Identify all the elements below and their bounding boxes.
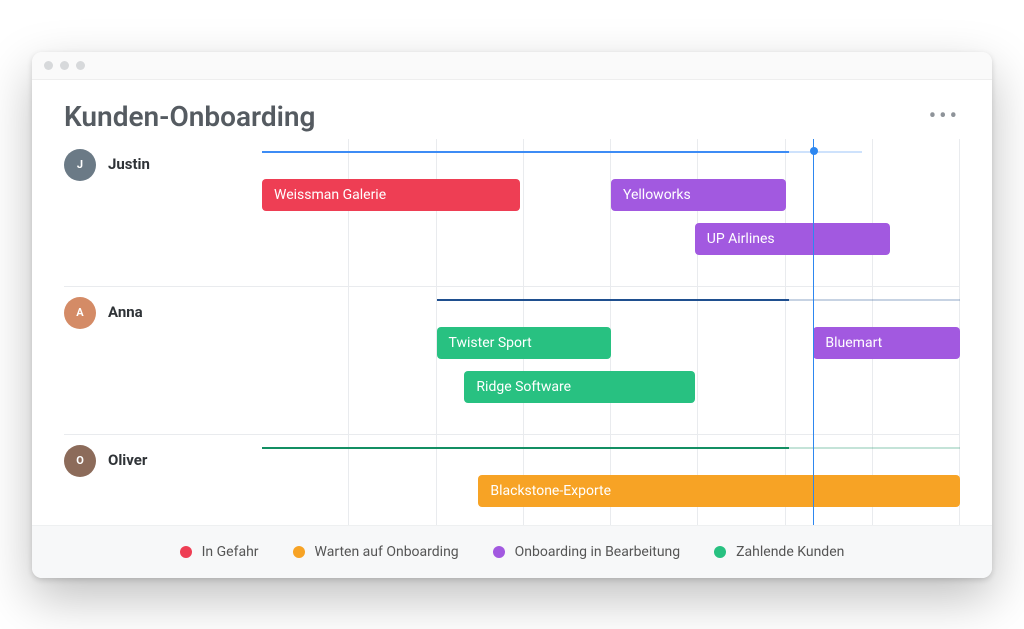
avatar: O <box>64 445 96 477</box>
legend-dot-icon <box>293 546 305 558</box>
swimlane: Twister Sport Bluemart Ridge Software <box>262 287 960 435</box>
person-row: J Justin <box>64 139 262 287</box>
person-axis <box>437 299 789 301</box>
legend-dot-icon <box>714 546 726 558</box>
people-sidebar: J Justin A Anna O Oliver <box>32 139 262 525</box>
page-title: Kunden-Onboarding <box>64 100 315 133</box>
legend-item: In Gefahr <box>180 544 259 560</box>
legend-label: Zahlende Kunden <box>736 544 844 560</box>
avatar: A <box>64 297 96 329</box>
legend-label: In Gefahr <box>202 544 259 560</box>
legend-dot-icon <box>493 546 505 558</box>
person-axis-future <box>789 299 960 301</box>
task-bar[interactable]: Ridge Software <box>464 371 694 403</box>
swimlane: Blackstone-Exporte <box>262 435 960 525</box>
legend-item: Zahlende Kunden <box>714 544 844 560</box>
task-bar[interactable]: Blackstone-Exporte <box>478 475 960 507</box>
legend-item: Warten auf Onboarding <box>293 544 459 560</box>
avatar: J <box>64 149 96 181</box>
page-header: Kunden-Onboarding ••• <box>32 80 992 139</box>
person-name: Anna <box>108 303 143 321</box>
task-bar[interactable]: UP Airlines <box>695 223 890 255</box>
window-dot-2 <box>60 61 69 70</box>
person-row: O Oliver <box>64 435 262 525</box>
person-axis-future <box>789 151 862 153</box>
window-titlebar <box>32 52 992 80</box>
legend-label: Warten auf Onboarding <box>315 544 459 560</box>
today-marker <box>813 139 814 525</box>
legend: In Gefahr Warten auf Onboarding Onboarding… <box>32 525 992 578</box>
window-dot-1 <box>44 61 53 70</box>
legend-dot-icon <box>180 546 192 558</box>
legend-label: Onboarding in Bearbeitung <box>515 544 681 560</box>
person-name: Oliver <box>108 451 147 469</box>
task-bar[interactable]: Bluemart <box>813 327 960 359</box>
person-axis <box>262 447 789 449</box>
person-name: Justin <box>108 155 150 173</box>
task-bar[interactable]: Twister Sport <box>437 327 612 359</box>
more-menu-button[interactable]: ••• <box>929 104 960 129</box>
task-bar[interactable]: Yelloworks <box>611 179 786 211</box>
app-window: Kunden-Onboarding ••• J Justin A Anna O Olive… <box>32 52 992 578</box>
window-dot-3 <box>76 61 85 70</box>
task-bar[interactable]: Weissman Galerie <box>262 179 520 211</box>
person-row: A Anna <box>64 287 262 435</box>
gantt-timeline: Weissman Galerie Yelloworks UP Airlines Twi… <box>262 139 992 525</box>
person-axis <box>262 151 789 153</box>
person-axis-future <box>789 447 960 449</box>
gantt-board: J Justin A Anna O Oliver Weissman Galerie Yell… <box>32 139 992 525</box>
swimlane: Weissman Galerie Yelloworks UP Airlines <box>262 139 960 287</box>
legend-item: Onboarding in Bearbeitung <box>493 544 681 560</box>
